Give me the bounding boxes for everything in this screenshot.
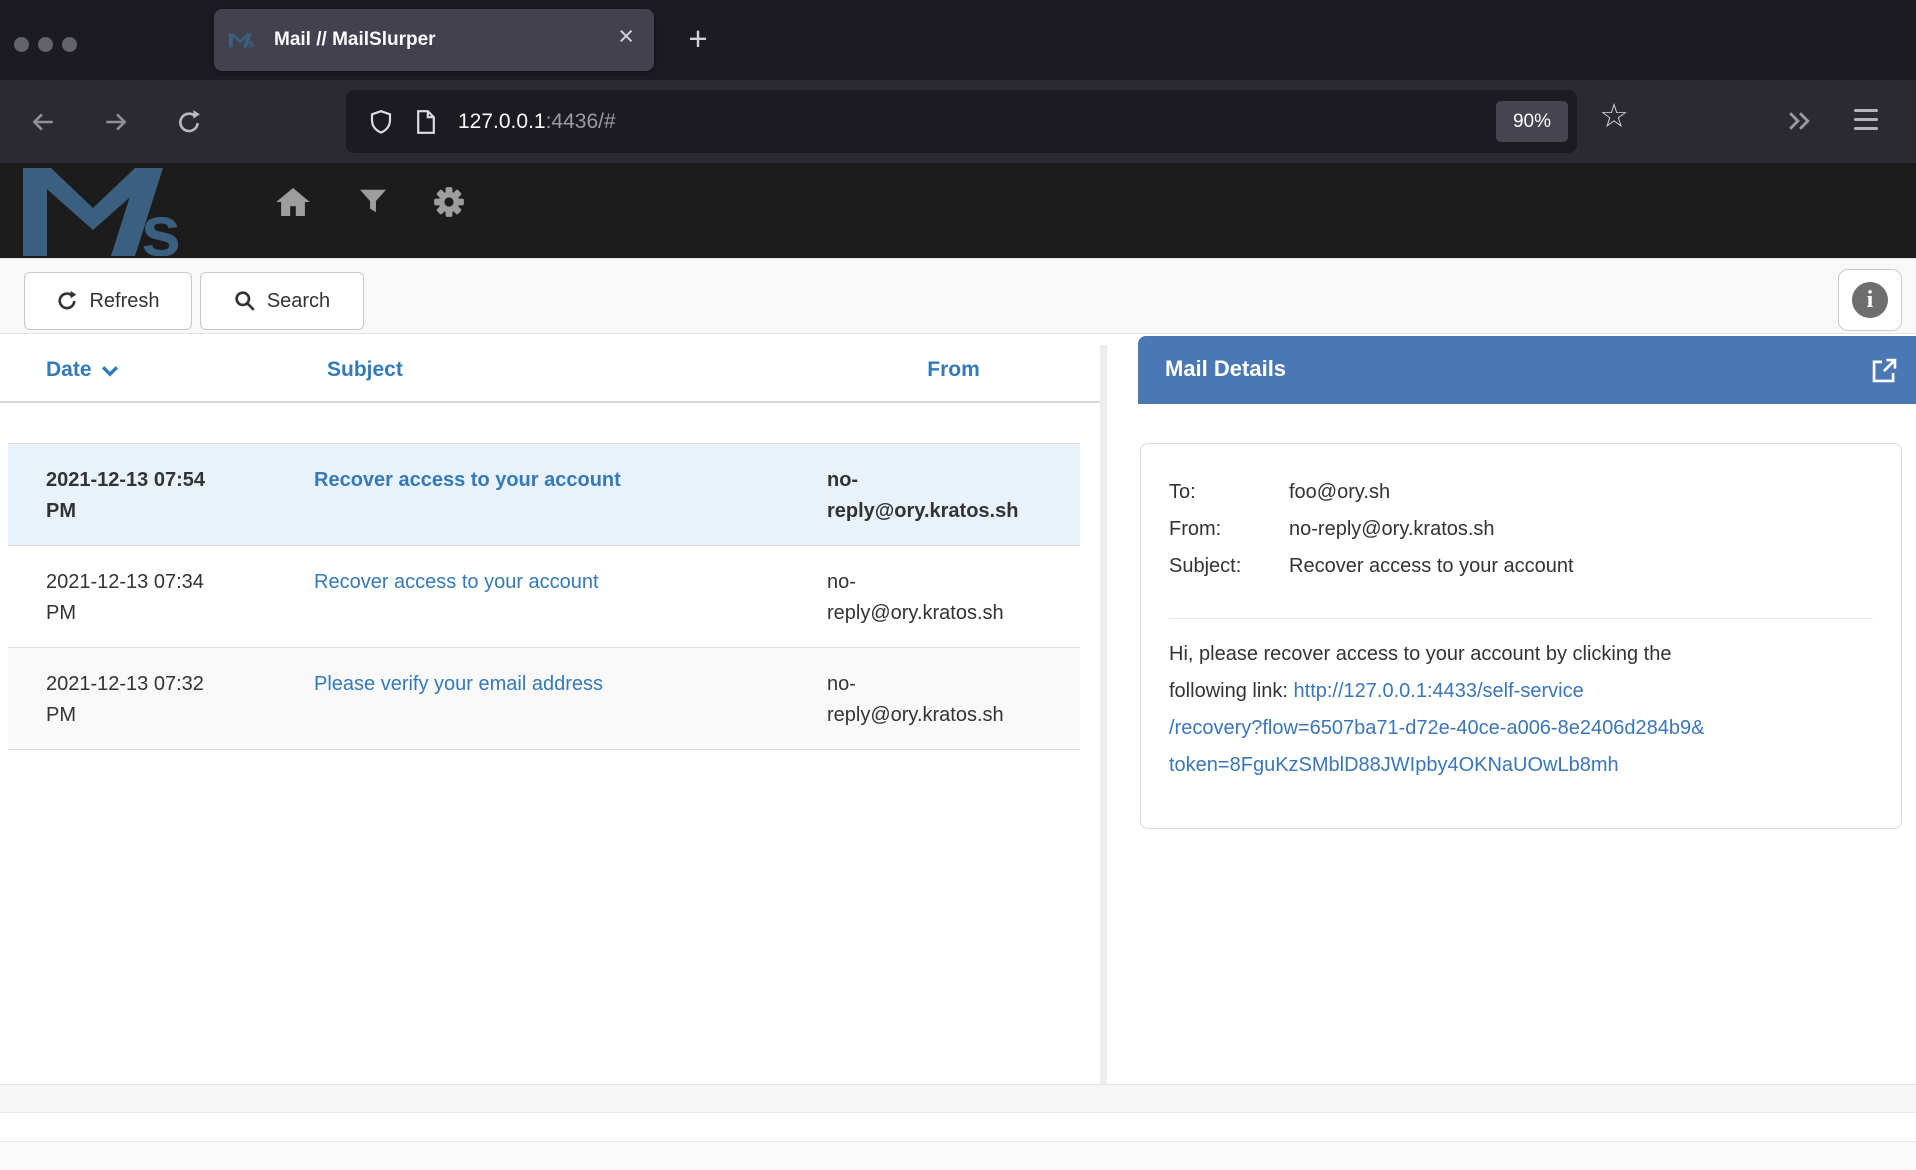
mail-subject-link[interactable]: Recover access to your account: [314, 465, 827, 531]
url-text[interactable]: 127.0.0.1:4436/#: [458, 110, 616, 134]
back-icon[interactable]: [30, 109, 56, 135]
refresh-label: Refresh: [89, 290, 159, 313]
tab-strip: Mail // MailSlurper × +: [0, 0, 1916, 80]
mail-row[interactable]: 2021-12-13 07:54PM Recover access to you…: [8, 443, 1080, 545]
info-button[interactable]: i: [1838, 269, 1902, 331]
mail-details-header: Mail Details: [1138, 336, 1916, 404]
refresh-button[interactable]: Refresh: [24, 272, 192, 330]
divider: [1169, 618, 1873, 619]
mail-body: Hi, please recover access to your accoun…: [1169, 636, 1873, 784]
menu-icon[interactable]: [1854, 109, 1878, 130]
new-tab-button[interactable]: +: [683, 20, 713, 58]
window-controls[interactable]: [14, 37, 77, 52]
from-label: From:: [1169, 511, 1289, 548]
horizontal-scrollbar-track[interactable]: [0, 1141, 1916, 1170]
from-value: no-reply@ory.kratos.sh: [1289, 511, 1495, 548]
refresh-icon: [56, 290, 78, 312]
bookmark-star-icon[interactable]: ☆: [1596, 96, 1632, 135]
browser-tab[interactable]: Mail // MailSlurper ×: [214, 9, 654, 71]
mail-body-text: following link:: [1169, 680, 1294, 702]
mail-details-card: To:foo@ory.sh From:no-reply@ory.kratos.s…: [1140, 443, 1902, 829]
page-content: Refresh Search i Date Subject From 2021-…: [0, 258, 1916, 1084]
app-navbar: [0, 163, 1916, 258]
mail-row[interactable]: 2021-12-13 07:32PM Please verify your em…: [8, 647, 1080, 749]
overflow-chevrons-icon[interactable]: [1788, 111, 1810, 131]
browser-window: s Mail // MailSlurper × + 127.0.0.1:4436…: [0, 0, 1916, 1170]
to-label: To:: [1169, 474, 1289, 511]
zoom-level-badge[interactable]: 90%: [1496, 101, 1568, 142]
settings-gear-icon[interactable]: [433, 186, 465, 218]
footer-band: [0, 1084, 1916, 1112]
mail-row[interactable]: 2021-12-13 07:34PM Recover access to you…: [8, 545, 1080, 647]
window-dot-icon[interactable]: [14, 37, 29, 52]
mail-from: no-reply@ory.kratos.sh: [827, 669, 1080, 735]
tab-close-icon[interactable]: ×: [618, 23, 634, 50]
mailslurper-logo: [23, 168, 223, 256]
column-header-date[interactable]: Date: [46, 358, 314, 401]
subject-label: Subject:: [1169, 548, 1289, 585]
search-label: Search: [267, 290, 330, 313]
tab-title: Mail // MailSlurper: [274, 29, 436, 51]
sort-chevron-down-icon: [101, 365, 119, 377]
column-header-subject[interactable]: Subject: [314, 358, 827, 401]
mailslurper-favicon-icon: [229, 33, 261, 48]
mail-date: 2021-12-13 07:32PM: [46, 669, 314, 735]
panel-divider: [1100, 345, 1107, 1084]
page-bottom-band: [0, 1112, 1916, 1141]
mail-details-title: Mail Details: [1165, 356, 1286, 381]
shield-icon[interactable]: [370, 110, 392, 134]
mail-list: 2021-12-13 07:54PM Recover access to you…: [8, 443, 1080, 750]
mail-date: 2021-12-13 07:34PM: [46, 567, 314, 633]
subject-value: Recover access to your account: [1289, 548, 1574, 585]
reload-icon[interactable]: [176, 109, 202, 135]
url-host: 127.0.0.1: [458, 110, 546, 133]
mail-from: no-reply@ory.kratos.sh: [827, 567, 1080, 633]
window-dot-icon[interactable]: [38, 37, 53, 52]
browser-toolbar: 127.0.0.1:4436/# 90% ☆: [0, 80, 1916, 163]
mail-date: 2021-12-13 07:54PM: [46, 465, 314, 531]
search-button[interactable]: Search: [200, 272, 364, 330]
home-icon[interactable]: [276, 188, 310, 216]
url-bar[interactable]: 127.0.0.1:4436/# 90% ☆: [346, 90, 1577, 153]
mail-from: no-reply@ory.kratos.sh: [827, 465, 1080, 531]
to-value: foo@ory.sh: [1289, 474, 1390, 511]
forward-icon[interactable]: [103, 109, 129, 135]
page-info-icon[interactable]: [416, 110, 436, 134]
mail-subject-link[interactable]: Please verify your email address: [314, 669, 827, 735]
search-icon: [234, 290, 256, 312]
mail-subject-link[interactable]: Recover access to your account: [314, 567, 827, 633]
mail-body-text: Hi, please recover access to your accoun…: [1169, 636, 1873, 673]
mail-list-header: Date Subject From: [0, 334, 1103, 403]
filter-icon[interactable]: [360, 189, 386, 213]
url-rest: :4436/#: [546, 110, 616, 133]
external-link-icon[interactable]: [1871, 357, 1898, 384]
column-header-from[interactable]: From: [827, 358, 1080, 401]
action-strip: Refresh Search i: [0, 258, 1916, 334]
info-icon: i: [1852, 282, 1888, 318]
window-dot-icon[interactable]: [62, 37, 77, 52]
